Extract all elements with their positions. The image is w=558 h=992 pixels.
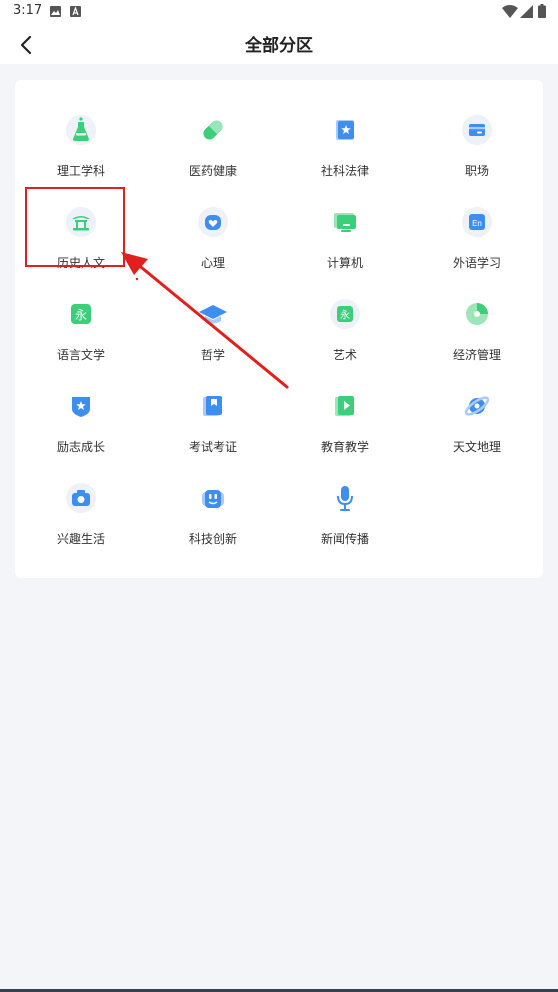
planet-icon: [464, 396, 490, 416]
status-time: 3:17: [13, 3, 43, 18]
camera-icon: [72, 490, 90, 506]
category-item[interactable]: 历史人文: [15, 191, 147, 281]
category-label: 经济管理: [452, 348, 501, 362]
flask-icon: [73, 117, 89, 141]
category-label: 天文地理: [452, 440, 501, 454]
category-item[interactable]: 社科法律: [279, 99, 411, 189]
category-item[interactable]: 计算机: [279, 191, 411, 281]
category-label: 心理: [200, 256, 225, 270]
battery-icon: [538, 4, 546, 18]
wifi-icon: [502, 5, 518, 18]
category-label: 语言文学: [56, 348, 105, 362]
category-label: 科技创新: [188, 532, 237, 546]
page-title: 全部分区: [245, 36, 313, 56]
category-item[interactable]: 永 艺术: [279, 283, 411, 373]
category-label: 哲学: [200, 348, 225, 362]
microphone-icon: [337, 486, 353, 511]
category-label: 励志成长: [56, 440, 105, 454]
pavilion-icon: [72, 216, 90, 231]
pie-chart-icon: [466, 303, 488, 325]
category-label: 职场: [464, 164, 489, 178]
category-item[interactable]: 医药健康: [147, 99, 279, 189]
image-notification-icon: [50, 6, 61, 17]
category-item[interactable]: 天文地理: [411, 375, 543, 465]
bookmark-book-icon: [203, 396, 222, 416]
en-glyph: En: [472, 219, 482, 228]
category-item[interactable]: 科技创新: [147, 467, 279, 557]
heart-icon: [205, 215, 221, 230]
robot-icon: [202, 490, 224, 508]
star-badge-icon: [336, 120, 354, 140]
category-item[interactable]: 励志成长: [15, 375, 147, 465]
category-item[interactable]: 心理: [147, 191, 279, 281]
category-label: 教育教学: [320, 440, 369, 454]
category-item[interactable]: 哲学: [147, 283, 279, 373]
category-label: 考试考证: [188, 440, 237, 454]
card-icon: [469, 124, 485, 136]
category-label: 艺术: [332, 348, 357, 362]
yong-character-icon: 永: [337, 306, 353, 322]
category-item[interactable]: 职场: [411, 99, 543, 189]
monitor-icon: [334, 213, 356, 232]
category-label: 新闻传播: [320, 532, 369, 546]
pill-icon: [203, 120, 223, 140]
category-item[interactable]: 经济管理: [411, 283, 543, 373]
shield-star-icon: [72, 397, 90, 417]
yong-glyph: 永: [75, 308, 87, 322]
header-bar: 全部分区: [0, 24, 558, 64]
yong-glyph: 永: [340, 309, 350, 322]
category-item[interactable]: 永 语言文学: [15, 283, 147, 373]
category-item[interactable]: 理工学科: [15, 99, 147, 189]
category-item[interactable]: 教育教学: [279, 375, 411, 465]
graduation-cap-icon: [199, 305, 227, 324]
category-item[interactable]: 兴趣生活: [15, 467, 147, 557]
category-label: 历史人文: [56, 256, 105, 270]
category-item[interactable]: 新闻传播: [279, 467, 411, 557]
en-icon: En: [469, 214, 485, 230]
category-label: 计算机: [326, 256, 363, 270]
category-grid-card: 理工学科 医药健康 社科法律 职场 历史人文 心理 计算机 En 外语学习 永 …: [15, 80, 543, 578]
category-label: 外语学习: [452, 256, 501, 270]
category-item[interactable]: En 外语学习: [411, 191, 543, 281]
category-label: 兴趣生活: [56, 532, 105, 546]
yong-character-icon: 永: [71, 304, 91, 324]
signal-icon: [520, 5, 533, 18]
category-item[interactable]: 考试考证: [147, 375, 279, 465]
font-notification-icon: [70, 6, 81, 17]
status-bar: 3:17: [0, 0, 558, 24]
category-label: 医药健康: [188, 164, 237, 178]
category-label: 社科法律: [320, 164, 369, 178]
play-book-icon: [335, 396, 354, 416]
category-label: 理工学科: [56, 164, 105, 178]
